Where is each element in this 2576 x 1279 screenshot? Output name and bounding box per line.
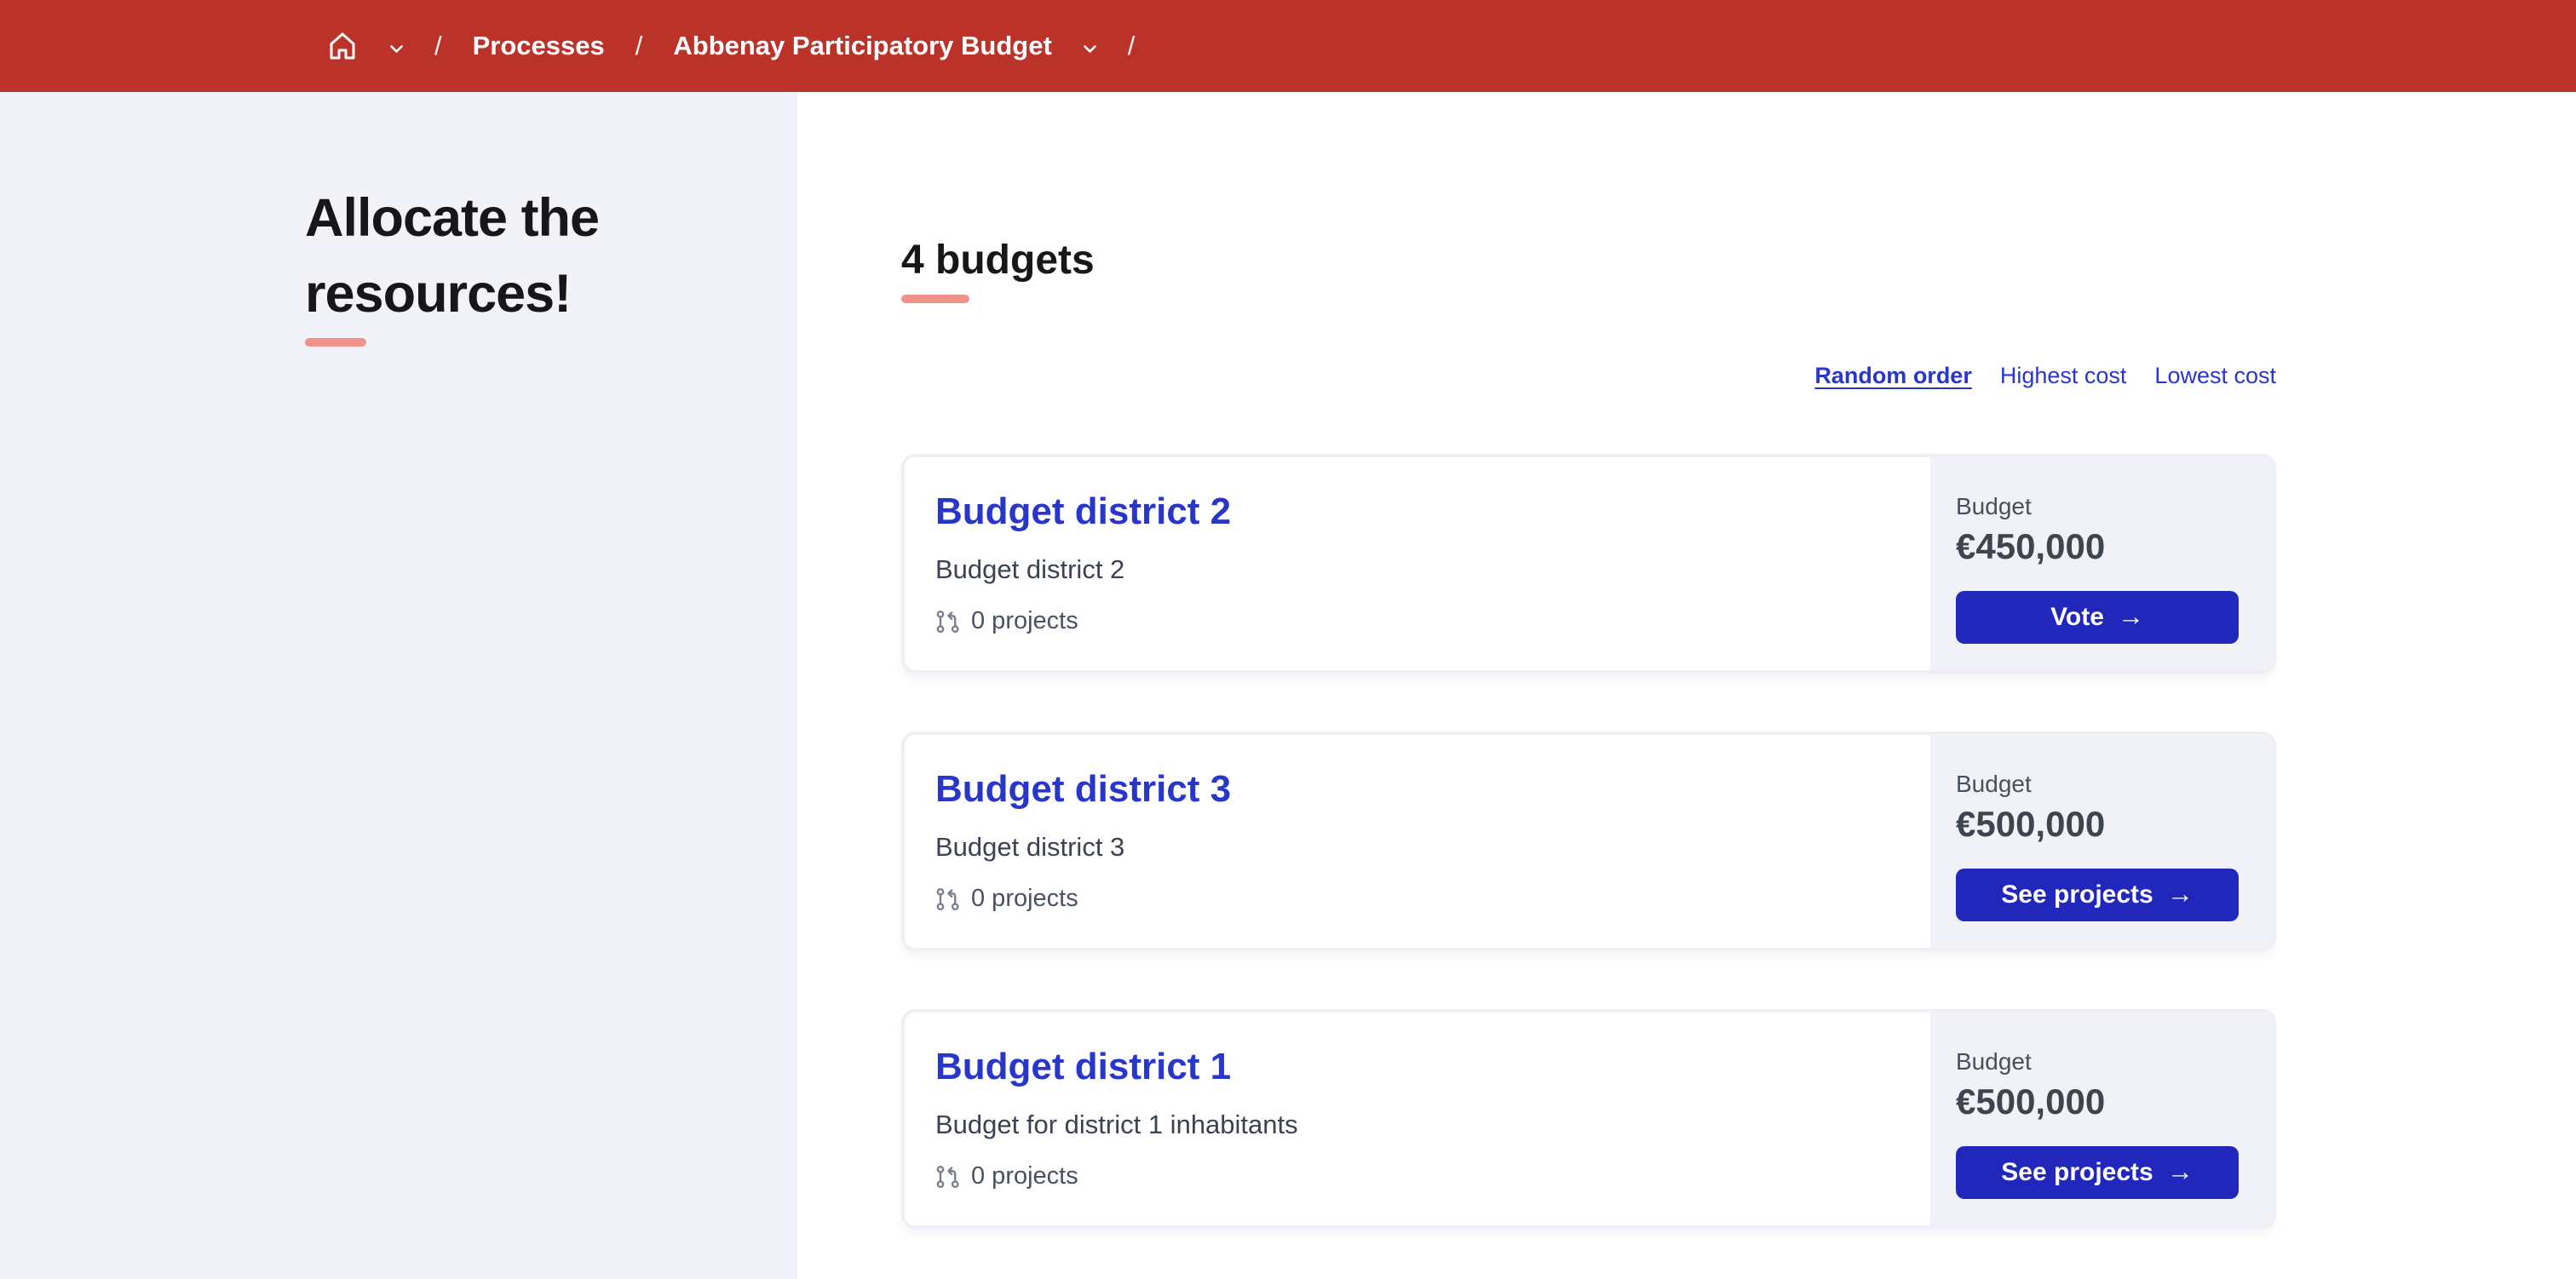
title-underline-accent <box>305 337 366 347</box>
sort-random-order-link[interactable]: Random order <box>1814 363 1972 389</box>
projects-count-label: 0 projects <box>971 885 1078 913</box>
budget-summary-panel: Budget €500,000 See projects → <box>1930 1012 2273 1225</box>
budget-card-list: Budget district 2 Budget district 2 0 pr… <box>901 454 2276 1229</box>
arrow-right-icon: → <box>2117 600 2144 631</box>
projects-count: 0 projects <box>935 1162 1930 1190</box>
budgets-content: 4 budgets Random order Highest cost Lowe… <box>797 92 2576 1279</box>
budget-label: Budget <box>1956 493 2032 519</box>
arrow-right-icon: → <box>2166 878 2194 909</box>
budget-card: Budget district 2 Budget district 2 0 pr… <box>901 454 2276 674</box>
budget-card: Budget district 1 Budget for district 1 … <box>901 1009 2276 1229</box>
process-dropdown-toggle[interactable] <box>1083 44 1097 54</box>
sort-highest-cost-link[interactable]: Highest cost <box>2000 363 2127 389</box>
home-dropdown-toggle[interactable] <box>389 44 404 54</box>
projects-count-icon <box>935 1164 961 1190</box>
budget-label: Budget <box>1956 1048 2032 1075</box>
budget-title-link[interactable]: Budget district 1 <box>935 1043 1231 1090</box>
budget-amount: €500,000 <box>1956 1081 2106 1122</box>
top-navigation-bar: / Processes / Abbenay Participatory Budg… <box>0 0 2576 92</box>
chevron-down-icon <box>389 44 404 54</box>
budget-summary-panel: Budget €500,000 See projects → <box>1930 735 2273 948</box>
budget-title-link[interactable]: Budget district 2 <box>935 488 1231 535</box>
see-projects-button-label: See projects <box>2001 1157 2153 1186</box>
home-button[interactable] <box>326 30 359 62</box>
projects-count-icon <box>935 886 961 912</box>
budget-card-main: Budget district 3 Budget district 3 0 pr… <box>905 735 1930 948</box>
projects-count: 0 projects <box>935 607 1930 635</box>
budget-card: Budget district 3 Budget district 3 0 pr… <box>901 731 2276 951</box>
chevron-down-icon <box>1083 44 1097 54</box>
arrow-right-icon: → <box>2166 1156 2194 1186</box>
sort-options: Random order Highest cost Lowest cost <box>901 363 2276 389</box>
see-projects-button-label: See projects <box>2001 880 2153 909</box>
process-sidebar: Allocate the resources! <box>0 92 797 1279</box>
budget-summary-panel: Budget €450,000 Vote → <box>1930 457 2273 670</box>
breadcrumb-separator: / <box>635 31 643 60</box>
projects-count-label: 0 projects <box>971 1162 1078 1190</box>
budget-description: Budget district 3 <box>935 832 1125 862</box>
budget-label: Budget <box>1956 771 2032 797</box>
breadcrumb-link-processes[interactable]: Processes <box>473 31 605 61</box>
budgets-count-heading: 4 budgets <box>901 238 1095 283</box>
breadcrumb-separator: / <box>1127 31 1136 60</box>
budget-amount: €450,000 <box>1956 526 2106 567</box>
projects-count-icon <box>935 609 961 634</box>
component-title: Allocate the resources! <box>305 188 600 324</box>
projects-count: 0 projects <box>935 885 1930 913</box>
breadcrumb-separator: / <box>434 31 442 60</box>
page-body: Allocate the resources! 4 budgets Random… <box>0 92 2576 1279</box>
budget-description: Budget district 2 <box>935 554 1125 584</box>
budget-card-main: Budget district 1 Budget for district 1 … <box>905 1012 1930 1225</box>
budget-card-main: Budget district 2 Budget district 2 0 pr… <box>905 457 1930 670</box>
budget-title-link[interactable]: Budget district 3 <box>935 766 1231 812</box>
projects-count-label: 0 projects <box>971 607 1078 635</box>
budget-amount: €500,000 <box>1956 804 2106 845</box>
budget-description: Budget for district 1 inhabitants <box>935 1110 1298 1139</box>
see-projects-button[interactable]: See projects → <box>1956 868 2239 921</box>
home-icon <box>326 30 359 62</box>
heading-underline-accent <box>901 295 969 303</box>
vote-button[interactable]: Vote → <box>1956 590 2239 644</box>
see-projects-button[interactable]: See projects → <box>1956 1145 2239 1199</box>
vote-button-label: Vote <box>2050 602 2104 631</box>
breadcrumb-link-current-process[interactable]: Abbenay Participatory Budget <box>673 31 1051 61</box>
sort-lowest-cost-link[interactable]: Lowest cost <box>2154 363 2276 389</box>
